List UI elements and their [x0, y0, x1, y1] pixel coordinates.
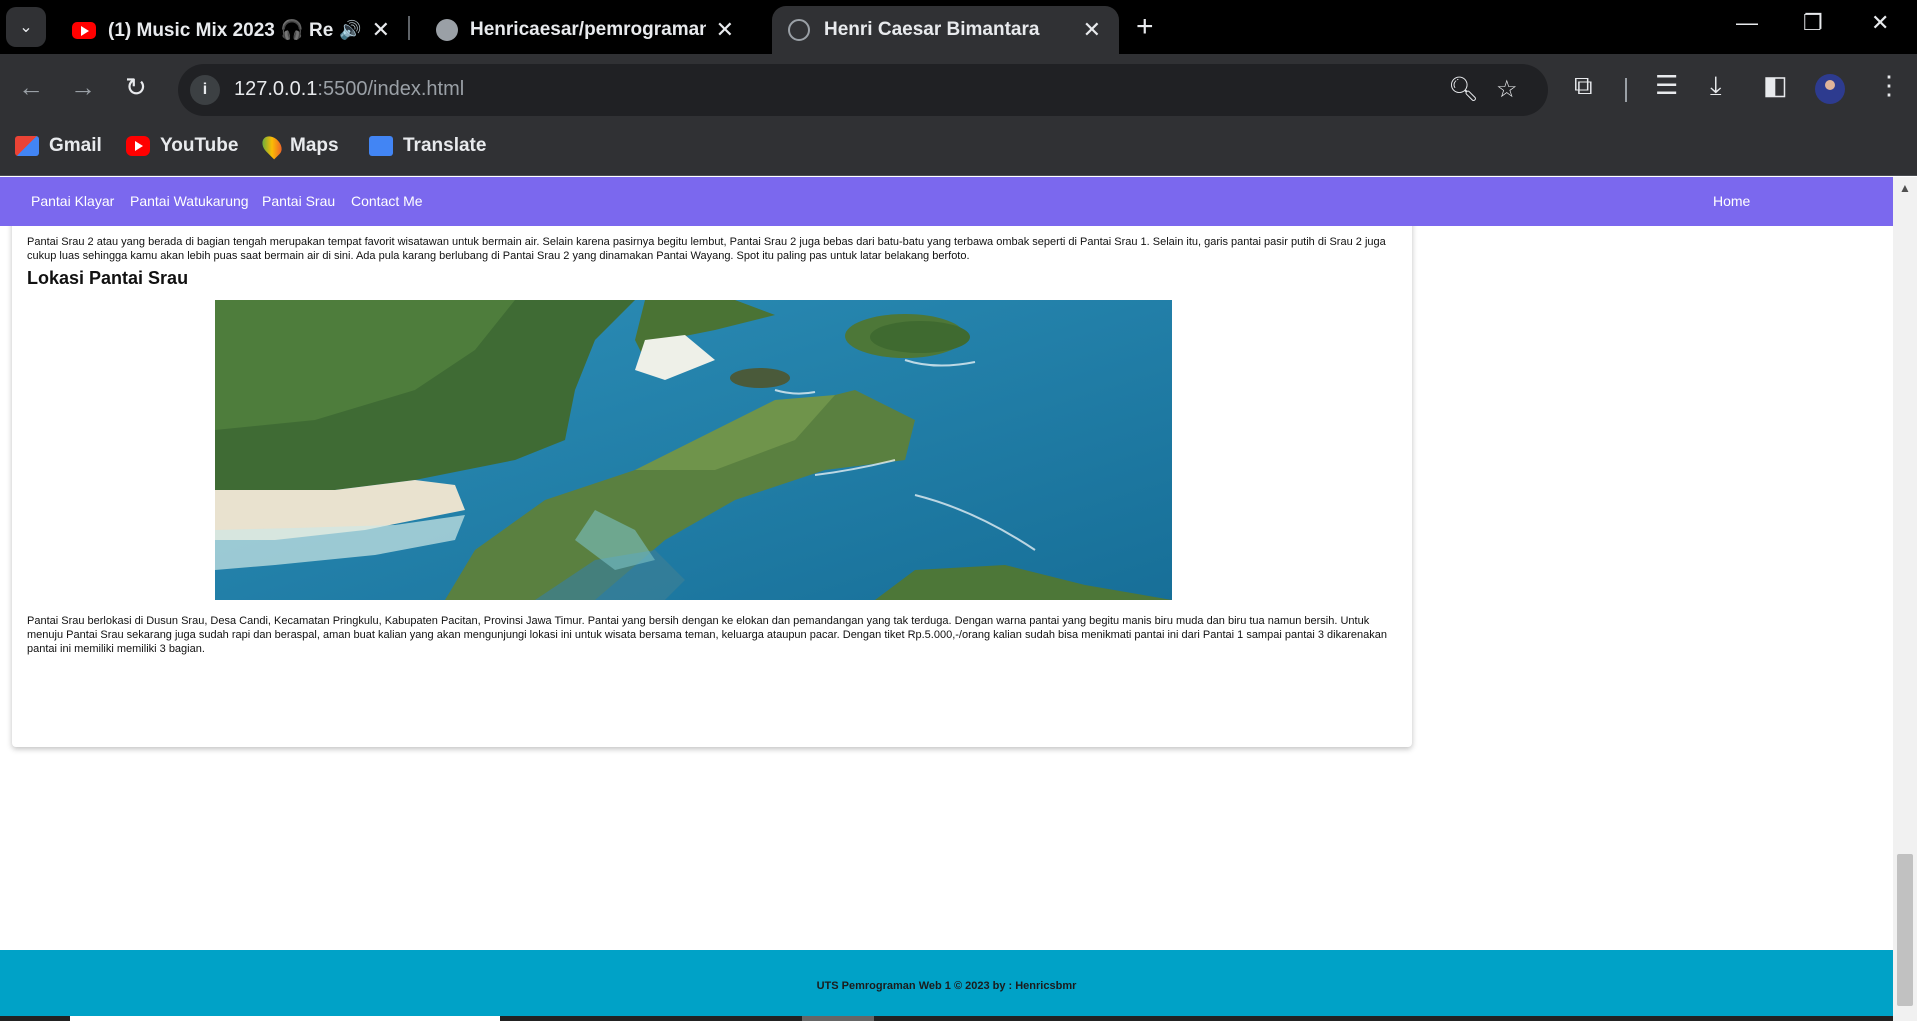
globe-icon: [788, 19, 810, 41]
srau-2-description: Pantai Srau 2 atau yang berada di bagian…: [27, 236, 1386, 262]
reload-button[interactable]: ↻: [125, 72, 147, 103]
browser-toolbar: ← → ↻ i 127.0.0.1:5500/index.html 🔍︎ ☆ ⧉…: [0, 54, 1917, 126]
site-navbar: Pantai Klayar Pantai Watukarung Pantai S…: [0, 177, 1893, 226]
close-window-button[interactable]: ✕: [1871, 10, 1889, 36]
forward-button[interactable]: →: [70, 72, 96, 103]
page-scrollbar[interactable]: ▲: [1893, 177, 1917, 1021]
section-heading: Lokasi Pantai Srau: [27, 268, 189, 288]
scroll-up-arrow-icon[interactable]: ▲: [1893, 181, 1917, 195]
taskbar-strip: [0, 1016, 1893, 1021]
back-button[interactable]: ←: [18, 72, 44, 103]
nav-link-home[interactable]: Home: [1713, 193, 1750, 209]
footer-text: UTS Pemrograman Web 1 © 2023 by : Henric…: [816, 979, 1077, 992]
page-viewport: Pantai Klayar Pantai Watukarung Pantai S…: [0, 177, 1893, 1021]
content-card: Pantai Srau 2 atau yang berada di bagian…: [12, 177, 1412, 747]
youtube-icon: [72, 21, 96, 39]
toolbar-divider: [1625, 78, 1627, 102]
beach-photo-srau-aerial: [215, 300, 1172, 600]
nav-link-contact-me[interactable]: Contact Me: [351, 193, 423, 209]
profile-avatar[interactable]: [1815, 74, 1845, 104]
bookmarks-bar: Gmail YouTube Maps Translate: [0, 126, 1917, 176]
address-bar[interactable]: i 127.0.0.1:5500/index.html 🔍︎ ☆: [178, 64, 1548, 116]
address-url[interactable]: 127.0.0.1:5500/index.html: [234, 78, 464, 101]
site-info-icon[interactable]: i: [190, 75, 220, 105]
extensions-icon[interactable]: ⧉: [1574, 70, 1593, 102]
translate-icon: [369, 136, 393, 156]
speaker-icon[interactable]: 🔊: [339, 20, 361, 41]
new-tab-button[interactable]: +: [1136, 10, 1154, 44]
zoom-icon[interactable]: 🔍︎: [1448, 75, 1478, 104]
bookmark-translate[interactable]: Translate: [369, 135, 486, 157]
tab-divider: [408, 16, 410, 40]
download-icon[interactable]: ⤓: [1710, 70, 1722, 102]
media-control-icon[interactable]: ☰: [1655, 70, 1678, 101]
bookmark-star-icon[interactable]: ☆: [1496, 75, 1518, 104]
bookmark-youtube[interactable]: YouTube: [126, 135, 238, 157]
tab-github[interactable]: Henricaesar/pemrogramanweb ✕: [420, 6, 752, 54]
nav-link-pantai-watukarung[interactable]: Pantai Watukarung: [130, 193, 249, 209]
maps-icon: [258, 132, 286, 160]
close-icon[interactable]: ✕: [1083, 17, 1101, 43]
close-icon[interactable]: ✕: [716, 17, 734, 43]
lokasi-description: Pantai Srau berlokasi di Dusun Srau, Des…: [27, 615, 1387, 655]
close-icon[interactable]: ✕: [372, 17, 390, 43]
github-icon: [436, 19, 458, 41]
chevron-down-icon: ⌄: [19, 19, 33, 36]
bookmark-maps[interactable]: Maps: [258, 132, 339, 160]
bookmark-gmail[interactable]: Gmail: [15, 135, 102, 157]
youtube-icon: [126, 136, 150, 156]
tab-active-page[interactable]: Henri Caesar Bimantara ✕: [772, 6, 1119, 54]
tab-strip: ⌄ (1) Music Mix 2023 🎧 Ren 🔊 ✕ Henricaes…: [0, 0, 1917, 54]
tab-search-button[interactable]: ⌄: [6, 7, 46, 47]
site-footer: UTS Pemrograman Web 1 © 2023 by : Henric…: [0, 950, 1893, 1021]
restore-button[interactable]: ❐: [1803, 10, 1823, 36]
side-panel-icon[interactable]: ◧: [1763, 70, 1788, 101]
tab-youtube-music[interactable]: (1) Music Mix 2023 🎧 Ren 🔊 ✕: [56, 6, 408, 54]
menu-kebab-icon[interactable]: ⋮: [1876, 70, 1902, 101]
nav-link-pantai-klayar[interactable]: Pantai Klayar: [31, 193, 114, 209]
minimize-button[interactable]: —: [1736, 10, 1758, 36]
gmail-icon: [15, 136, 39, 156]
scroll-thumb[interactable]: [1897, 854, 1913, 1006]
nav-link-pantai-srau[interactable]: Pantai Srau: [262, 193, 335, 209]
